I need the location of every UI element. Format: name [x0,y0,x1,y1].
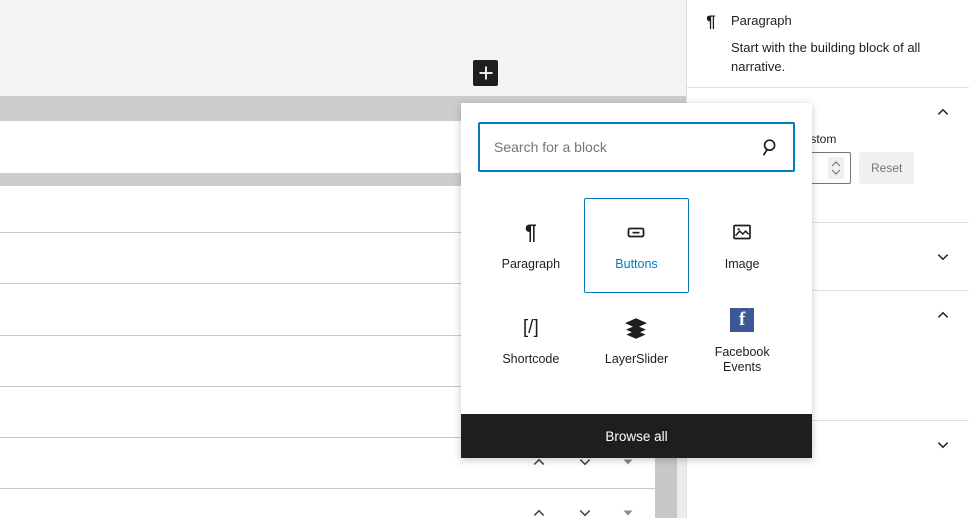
search-input[interactable] [478,122,795,172]
block-search-field [478,122,795,172]
block-tile-paragraph[interactable]: ¶ Paragraph [478,198,584,293]
block-tile-label: Image [724,257,760,271]
spinner-down-icon [831,169,841,175]
block-tile-layerslider[interactable]: LayerSlider [584,293,690,388]
chevron-down-icon [937,254,949,261]
settings-panel-d-collapse-toggle[interactable] [931,433,955,457]
plus-icon [479,66,492,80]
block-card-description: Start with the building block of all nar… [731,40,921,74]
block-tile-buttons[interactable]: Buttons [583,198,690,293]
typography-panel-collapse-toggle[interactable] [931,100,955,124]
chevron-up-icon [533,509,545,516]
block-tile-image[interactable]: Image [689,198,795,293]
pilcrow-icon: ¶ [706,12,716,31]
chevron-up-icon [937,108,949,115]
browse-all-button[interactable]: Browse all [461,414,812,458]
spinner-up-icon [831,161,841,167]
block-tile-label: Paragraph [501,257,561,271]
block-inserter-popover: ¶ Paragraph Buttons Image [/] Shortcode LayerS… [461,103,812,458]
spinner-up-down-icon[interactable] [828,157,844,179]
layers-icon [623,314,649,340]
block-tile-shortcode[interactable]: [/] Shortcode [478,293,584,388]
block-tile-label: Shortcode [502,352,560,366]
caret-down-icon [623,510,633,516]
chevron-down-icon [937,442,949,449]
image-icon [730,219,754,245]
block-inserter-plus-button[interactable] [473,60,498,86]
block-tile-label: Facebook Events [714,344,770,374]
vertical-scrollbar[interactable] [655,452,686,518]
button-icon [624,219,648,245]
canvas-row-separator [0,488,686,489]
move-up-button[interactable] [527,501,551,518]
move-down-button[interactable] [573,501,597,518]
shortcode-icon: [/] [522,316,539,338]
settings-panel-b-collapse-toggle[interactable] [931,245,955,269]
chevron-down-icon [579,510,591,517]
block-tile-label: LayerSlider [604,352,669,366]
block-card: ¶ Paragraph Start with the building bloc… [687,0,969,88]
facebook-icon: f [730,307,755,333]
scrollbar-thumb[interactable] [655,452,677,518]
block-tile-label: Buttons [615,257,658,271]
pilcrow-icon: ¶ [524,220,537,244]
block-card-title: Paragraph [731,13,792,28]
canvas-block-placeholder [0,0,686,96]
table-row [527,501,637,518]
reset-button[interactable]: Reset [859,152,915,184]
more-options-button[interactable] [619,504,637,518]
settings-panel-c-collapse-toggle[interactable] [931,303,955,327]
block-tile-facebook-events[interactable]: f Facebook Events [689,293,795,388]
chevron-up-icon [937,311,949,318]
block-type-grid: ¶ Paragraph Buttons Image [/] Shortcode LayerS… [478,198,795,388]
